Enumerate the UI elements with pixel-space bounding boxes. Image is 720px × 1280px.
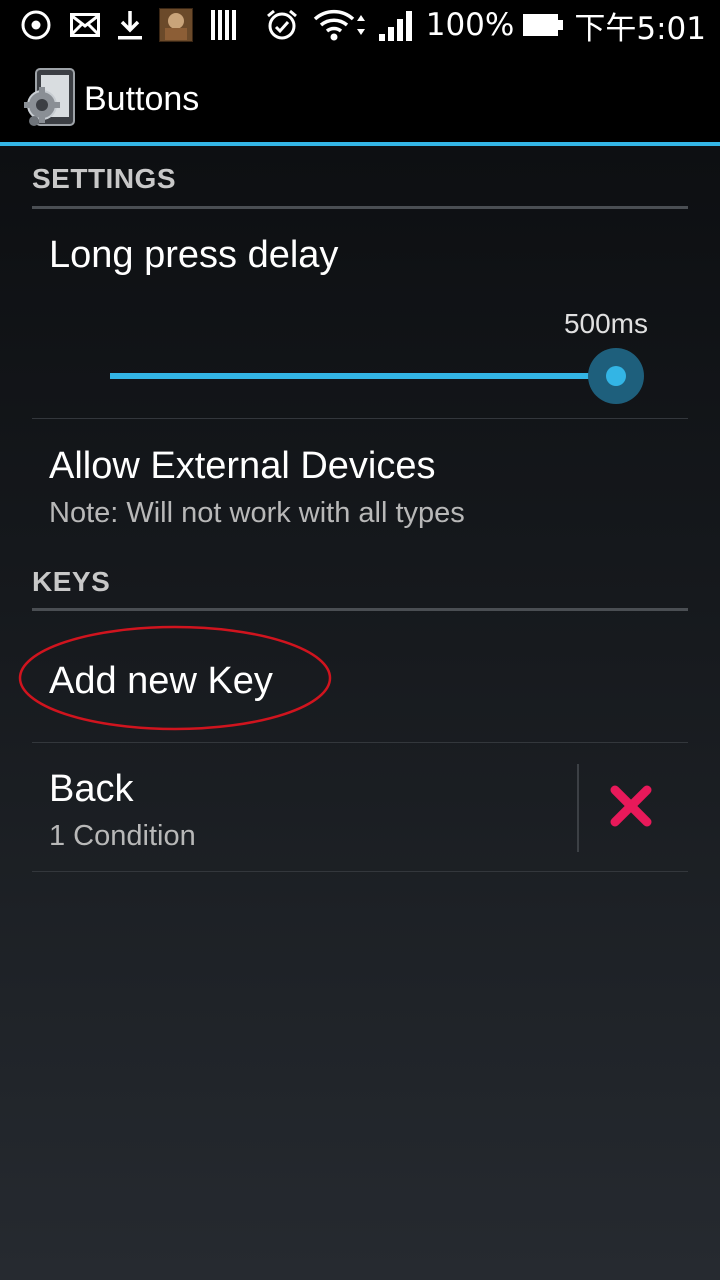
item-separator bbox=[577, 764, 579, 852]
key-item-title[interactable]: Back bbox=[49, 768, 133, 811]
sync-icon bbox=[18, 0, 54, 50]
download-icon bbox=[116, 0, 144, 50]
section-divider bbox=[32, 608, 688, 611]
barcode-icon bbox=[210, 0, 238, 50]
app-thumbnail-icon bbox=[158, 0, 194, 50]
action-bar-divider bbox=[0, 142, 720, 146]
allow-external-devices-subtitle: Note: Will not work with all types bbox=[49, 497, 465, 529]
mail-icon bbox=[68, 0, 102, 50]
action-bar: Buttons bbox=[0, 50, 720, 142]
section-header-keys: KEYS bbox=[32, 566, 111, 597]
wifi-icon bbox=[312, 0, 368, 50]
section-header-settings: SETTINGS bbox=[32, 163, 177, 194]
section-divider bbox=[32, 206, 688, 209]
signal-icon bbox=[378, 0, 414, 50]
slider-track[interactable] bbox=[110, 373, 616, 379]
delete-key-button[interactable] bbox=[590, 770, 672, 846]
status-bar: 100% 下午5:01 bbox=[0, 0, 720, 50]
list-divider bbox=[32, 418, 688, 419]
highlight-ellipse bbox=[18, 625, 332, 731]
clock: 下午5:01 bbox=[574, 10, 706, 47]
battery-percent: 100% bbox=[425, 7, 515, 43]
allow-external-devices-title[interactable]: Allow External Devices bbox=[49, 445, 435, 488]
battery-icon bbox=[522, 0, 564, 50]
page-title: Buttons bbox=[84, 80, 200, 118]
long-press-delay-title: Long press delay bbox=[49, 234, 339, 276]
list-divider bbox=[32, 742, 688, 743]
settings-phone-icon[interactable] bbox=[24, 67, 78, 127]
delete-x-icon[interactable] bbox=[609, 784, 653, 833]
list-divider bbox=[32, 871, 688, 872]
alarm-icon bbox=[264, 0, 300, 50]
slider-thumb[interactable] bbox=[606, 366, 626, 386]
key-item-subtitle: 1 Condition bbox=[49, 820, 196, 852]
slider-value-label: 500ms bbox=[563, 308, 648, 339]
